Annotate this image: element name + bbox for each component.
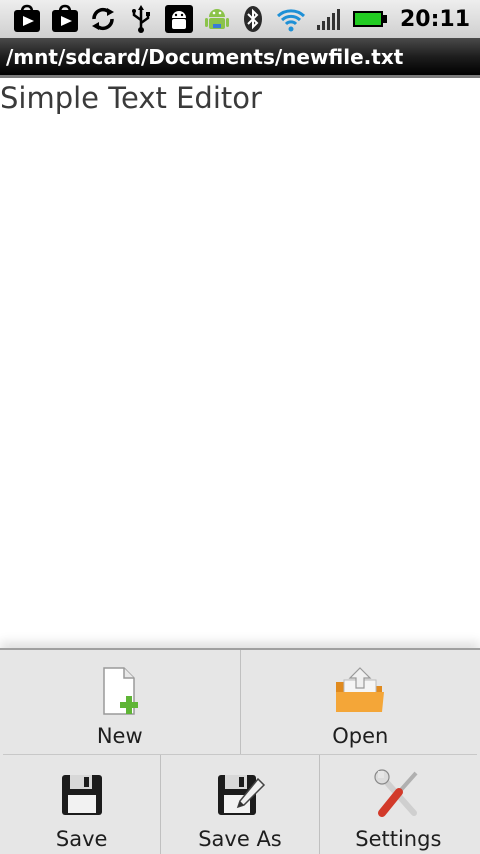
notification-icons: [0, 4, 232, 34]
save-as-floppy-pencil-icon: [217, 775, 266, 815]
app-heading: Simple Text Editor: [0, 81, 262, 115]
play-store-bag-icon: [14, 4, 40, 32]
bluetooth-icon: [243, 6, 262, 32]
tools-wrench-screwdriver-icon: [374, 769, 418, 817]
clock: 20:11: [399, 6, 470, 32]
save-label: Save: [55, 827, 108, 851]
options-menu: New Open Save Save As Settings: [0, 648, 480, 854]
battery-icon: [352, 11, 387, 27]
usb-icon: [132, 5, 150, 33]
settings-button[interactable]: Settings: [318, 755, 477, 854]
system-icons: 20:11: [238, 4, 480, 34]
save-button[interactable]: Save: [3, 755, 160, 854]
open-folder-icon: [336, 667, 385, 712]
menu-row-top: New Open: [0, 650, 480, 754]
play-store-bag-icon: [52, 4, 78, 32]
new-label: New: [96, 724, 143, 748]
signal-icon: [316, 9, 340, 30]
settings-label: Settings: [355, 827, 442, 851]
wifi-icon: [276, 9, 305, 32]
menu-row-bottom: Save Save As Settings: [3, 754, 477, 854]
sync-icon: [92, 7, 114, 31]
save-as-button[interactable]: Save As: [160, 755, 318, 854]
new-button[interactable]: New: [0, 650, 240, 754]
open-label: Open: [332, 724, 389, 748]
title-bar: /mnt/sdcard/Documents/newfile.txt: [0, 38, 480, 78]
floppy-disk-icon: [61, 775, 102, 815]
android-debug-icon: [165, 5, 193, 33]
new-file-icon: [103, 667, 138, 715]
file-path-title: /mnt/sdcard/Documents/newfile.txt: [6, 44, 404, 69]
save-as-label: Save As: [198, 827, 282, 851]
editor-area[interactable]: Simple Text Editor: [0, 81, 480, 648]
open-button[interactable]: Open: [239, 650, 480, 754]
android-robot-icon: [205, 9, 229, 29]
status-bar: 20:11: [0, 0, 480, 38]
